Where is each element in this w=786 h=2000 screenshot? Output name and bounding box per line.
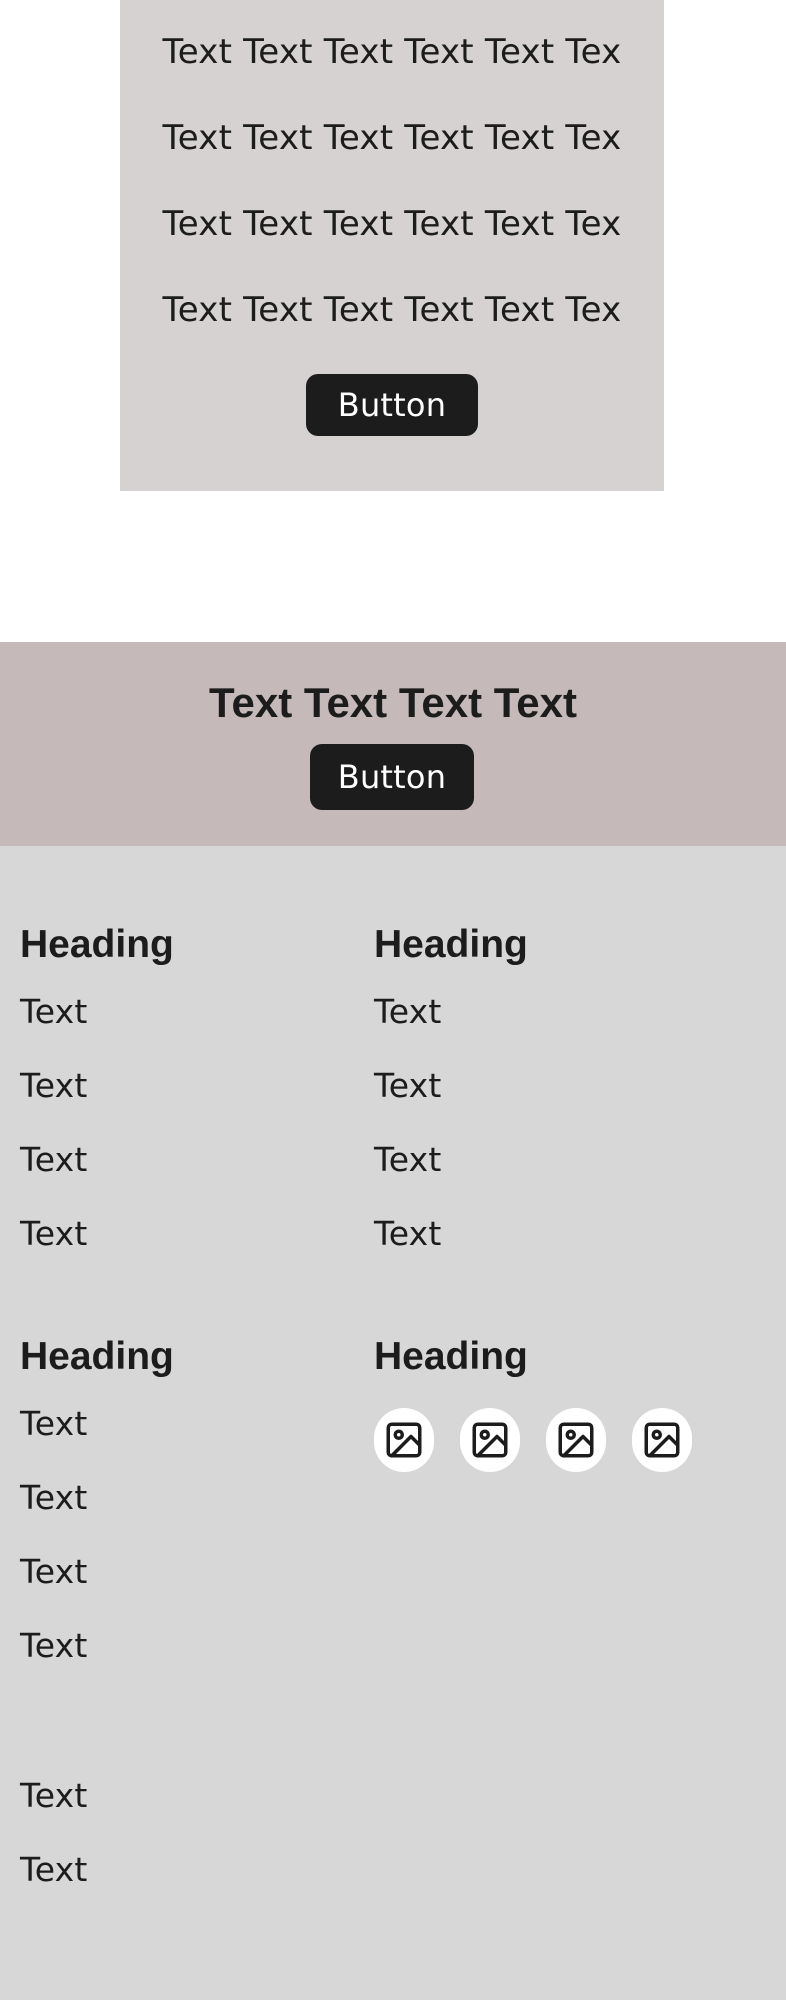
footer-link[interactable]: Text <box>374 1214 442 1254</box>
footer-link[interactable]: Text <box>374 1140 442 1180</box>
card-text-line: Text Text Text Text Text Tex <box>162 118 622 158</box>
footer-link[interactable]: Text <box>20 1478 88 1518</box>
card-button[interactable]: Button <box>306 374 478 436</box>
banner-button[interactable]: Button <box>310 744 474 810</box>
image-icon[interactable] <box>460 1408 520 1472</box>
card-text-line: Text Text Text Text Text Tex <box>162 204 622 244</box>
footer: Heading Text Text Text Text Heading Text… <box>0 846 786 2000</box>
footer-link[interactable]: Text <box>20 1626 88 1666</box>
banner-title: Text Text Text Text <box>209 679 577 726</box>
footer-heading: Heading <box>374 1335 528 1378</box>
footer-link[interactable]: Text <box>374 1066 442 1106</box>
footer-link[interactable]: Text <box>20 1404 88 1444</box>
card-text-line: Text Text Text Text Text Tex <box>162 32 622 72</box>
footer-heading: Heading <box>20 1335 174 1378</box>
footer-link[interactable]: Text <box>20 1214 88 1254</box>
image-icon[interactable] <box>374 1408 434 1472</box>
footer-link[interactable]: Text <box>20 1140 88 1180</box>
footer-link[interactable]: Text <box>20 1552 88 1592</box>
footer-heading: Heading <box>374 923 528 966</box>
footer-link[interactable]: Text <box>20 1066 88 1106</box>
footer-link[interactable]: Text <box>20 992 88 1032</box>
image-icon[interactable] <box>632 1408 692 1472</box>
cta-banner: Text Text Text Text Button <box>0 642 786 846</box>
footer-link[interactable]: Text <box>20 1776 88 1816</box>
card-text-line: Text Text Text Text Text Tex <box>162 290 622 330</box>
footer-heading: Heading <box>20 923 174 966</box>
top-card: Text Text Text Text Text Tex Text Text T… <box>120 0 664 491</box>
footer-link[interactable]: Text <box>20 1850 88 1890</box>
footer-link[interactable]: Text <box>374 992 442 1032</box>
image-icon[interactable] <box>546 1408 606 1472</box>
